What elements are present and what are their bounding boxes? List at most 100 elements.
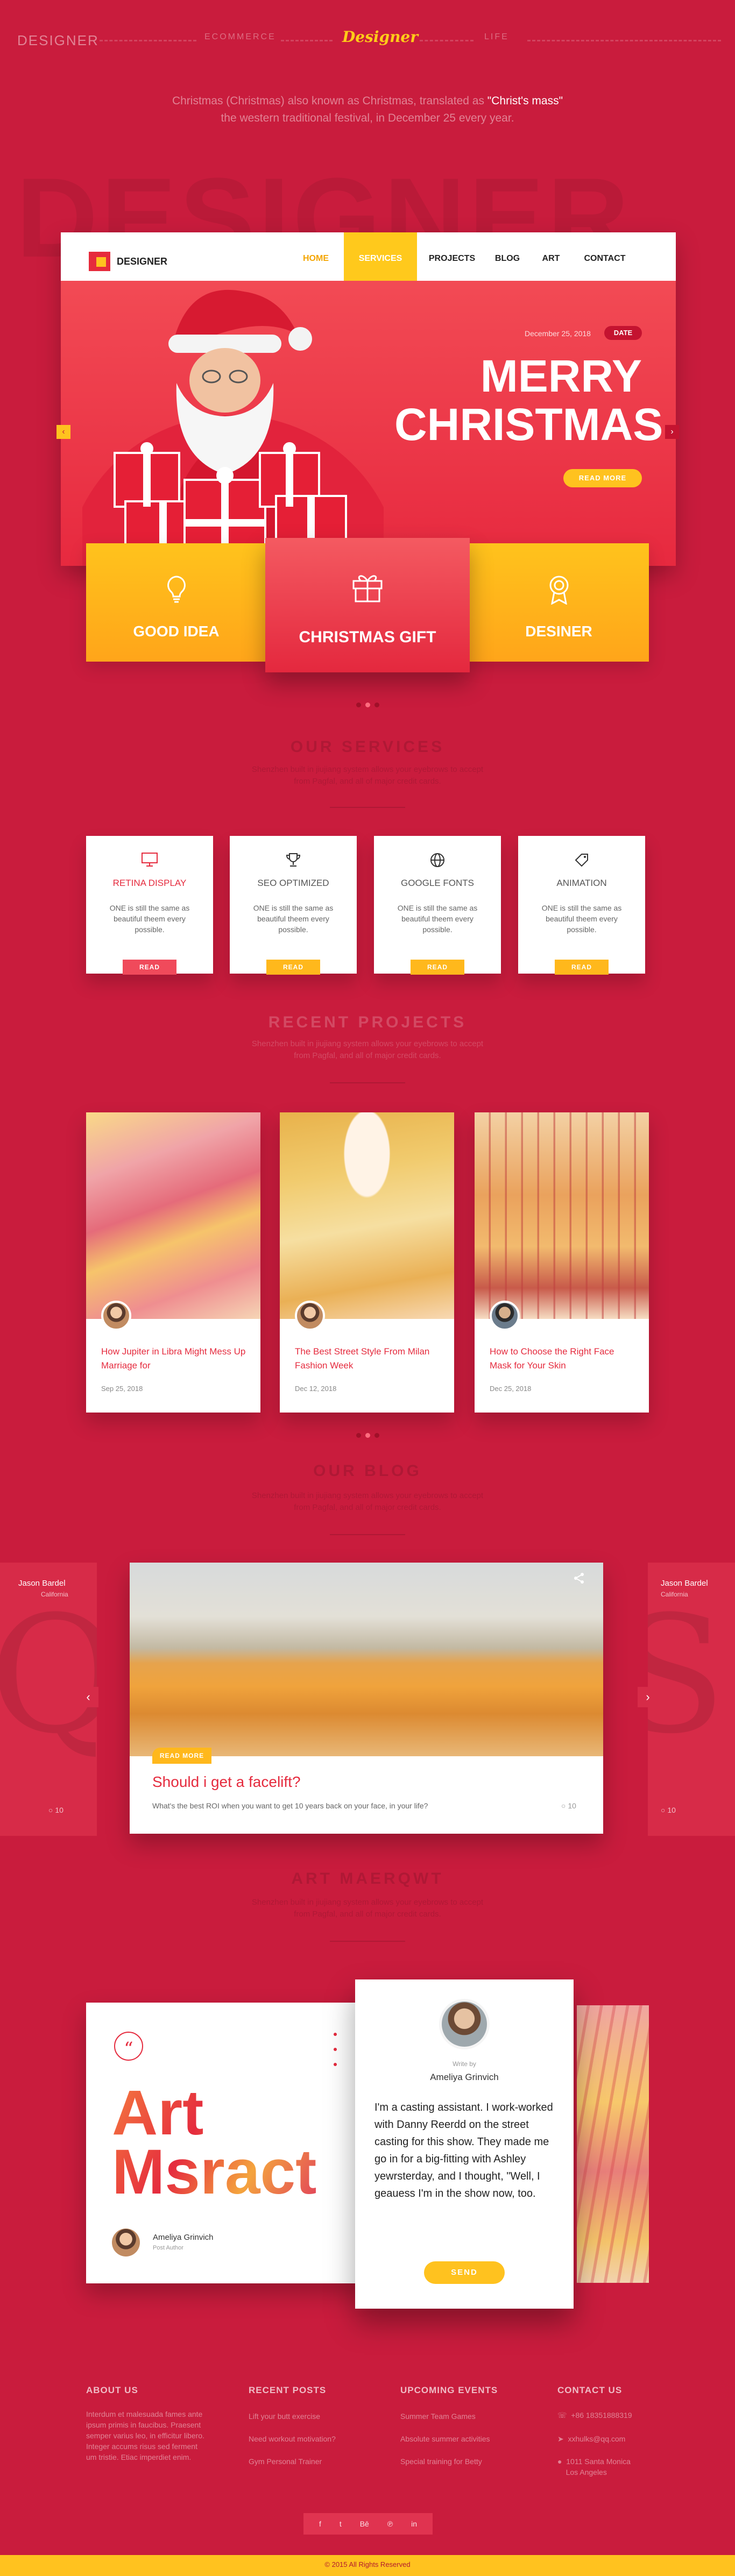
page-dot[interactable] — [365, 1433, 370, 1438]
footer-post-link[interactable]: Gym Personal Trainer — [249, 2456, 322, 2467]
blog-card[interactable]: READ MORE Should i get a facelift? What'… — [130, 1563, 603, 1834]
hero-prev-arrow-icon[interactable]: ‹ — [56, 425, 70, 439]
footer-phone[interactable]: ☏ +86 18351888319 — [557, 2410, 632, 2421]
blog-post-excerpt: What's the best ROI when you want to get… — [152, 1801, 428, 1810]
blog-next-arrow-icon[interactable]: › — [638, 1687, 658, 1707]
brand-name[interactable]: DESIGNER — [117, 256, 167, 267]
quote-icon: “ — [114, 2032, 143, 2061]
section-title-art: ART MAERQWT — [291, 1870, 444, 1887]
page-dot[interactable] — [356, 702, 361, 707]
footer-event-link[interactable]: Summer Team Games — [400, 2411, 476, 2422]
service-name: ANIMATION — [556, 878, 607, 888]
hero-date: December 25, 2018 — [525, 329, 591, 338]
project-card[interactable]: How Jupiter in Libra Might Mess Up Marri… — [86, 1112, 260, 1413]
project-card[interactable]: The Best Street Style From Milan Fashion… — [280, 1112, 454, 1413]
quote-card: Write by Ameliya Grinvich I'm a casting … — [355, 1979, 574, 2309]
send-button[interactable]: SEND — [424, 2261, 505, 2284]
feature-desiner[interactable]: DESINER — [469, 543, 649, 662]
brand-logo-icon[interactable] — [89, 252, 110, 271]
trophy-icon — [286, 853, 301, 867]
service-card[interactable]: ANIMATION ONE is still the same as beaut… — [518, 836, 645, 975]
nav-blog[interactable]: BLOG — [486, 232, 529, 281]
service-card[interactable]: RETINA DISPLAY ONE is still the same as … — [86, 836, 213, 975]
service-card[interactable]: GOOGLE FONTS ONE is still the same as be… — [374, 836, 501, 975]
service-card[interactable]: SEO OPTIMIZED ONE is still the same as b… — [230, 836, 357, 975]
project-title[interactable]: The Best Street Style From Milan Fashion… — [295, 1345, 440, 1373]
pinterest-icon[interactable]: ℗ — [387, 2520, 393, 2528]
send-icon: ➤ — [557, 2435, 564, 2443]
write-by-label: Write by — [453, 2060, 476, 2068]
header-nav-ecommerce[interactable]: ECOMMERCE — [204, 32, 276, 42]
service-read-button[interactable]: READ — [123, 960, 176, 975]
gift-icon — [352, 575, 383, 602]
tag-icon — [575, 854, 588, 867]
feature-good-idea[interactable]: GOOD IDEA — [86, 543, 266, 662]
footer-post-link[interactable]: Need workout motivation? — [249, 2433, 336, 2444]
blog-prev-arrow-icon[interactable]: ‹ — [78, 1687, 98, 1707]
date-badge: DATE — [604, 326, 642, 340]
service-name: GOOGLE FONTS — [400, 878, 475, 888]
project-date: Dec 12, 2018 — [295, 1385, 337, 1393]
blog-read-more-button[interactable]: READ MORE — [152, 1748, 211, 1764]
header-nav-life[interactable]: LIFE — [484, 32, 509, 42]
hero-read-more-button[interactable]: READ MORE — [563, 469, 642, 487]
lightbulb-icon — [167, 576, 186, 603]
linkedin-icon[interactable]: in — [411, 2520, 417, 2528]
intro-text: Christmas (Christmas) also known as Chri… — [172, 95, 563, 124]
footer-about-heading: ABOUT US — [86, 2385, 138, 2395]
blog-image — [130, 1563, 603, 1756]
nav-projects[interactable]: PROJECTS — [422, 232, 482, 281]
feature-label: GOOD IDEA — [133, 623, 220, 640]
project-title[interactable]: How Jupiter in Libra Might Mess Up Marri… — [101, 1345, 246, 1373]
section-divider — [330, 1534, 405, 1535]
footer-email[interactable]: ➤ xxhulks@qq.com — [557, 2433, 625, 2444]
twitter-icon[interactable]: t — [340, 2520, 342, 2528]
main-navbar: DESIGNER HOME SERVICES PROJECTS BLOG ART… — [61, 232, 676, 281]
footer-event-link[interactable]: Special training for Betty — [400, 2456, 482, 2467]
section-divider — [330, 807, 405, 808]
project-card[interactable]: How to Choose the Right Face Mask for Yo… — [475, 1112, 649, 1413]
nav-services[interactable]: SERVICES — [344, 232, 417, 281]
header-logo[interactable]: Designer — [342, 28, 418, 46]
share-icon[interactable] — [573, 1572, 585, 1584]
footer-event-link[interactable]: Absolute summer activities — [400, 2433, 490, 2444]
award-icon — [549, 576, 568, 605]
blog-post-title[interactable]: Should i get a facelift? — [152, 1773, 301, 1791]
quote-text: I'm a casting assistant. I work-worked w… — [374, 2102, 553, 2199]
page-dot[interactable] — [365, 702, 370, 707]
footer-post-link[interactable]: Lift your butt exercise — [249, 2411, 320, 2422]
nav-contact[interactable]: CONTACT — [575, 232, 634, 281]
avatar — [295, 1301, 325, 1331]
nav-art[interactable]: ART — [532, 232, 570, 281]
service-desc: ONE is still the same as beautiful theem… — [253, 904, 334, 934]
avatar — [439, 1999, 490, 2049]
site-title: DESIGNER — [17, 32, 99, 48]
project-title[interactable]: How to Choose the Right Face Mask for Yo… — [490, 1345, 635, 1373]
section-subtitle: Shenzhen built in jiujiang system allows… — [251, 765, 484, 786]
globe-icon — [430, 853, 444, 867]
side-comment-count: ○ 10 — [661, 1806, 676, 1814]
blog-side-card-right[interactable]: S Jason Bardel California ○ 10 — [648, 1563, 735, 1836]
hero-next-arrow-icon[interactable]: › — [665, 425, 679, 439]
divider — [420, 40, 473, 41]
quote-mark-icon: Q — [0, 1581, 97, 1769]
section-subtitle: Shenzhen built in jiujiang system allows… — [251, 1898, 484, 1919]
side-author-place: California — [661, 1591, 688, 1598]
page-dot[interactable] — [356, 1433, 361, 1438]
page-dot[interactable] — [374, 702, 379, 707]
art-author-role: Post Author — [153, 2245, 183, 2251]
page-dot[interactable] — [374, 1433, 379, 1438]
footer-about-text: Interdum et malesuada fames ante ipsum p… — [86, 2410, 204, 2461]
nav-home[interactable]: HOME — [292, 232, 340, 281]
feature-christmas-gift[interactable]: CHRISTMAS GIFT — [265, 538, 470, 672]
footer-posts-heading: RECENT POSTS — [249, 2385, 327, 2395]
blog-comment-count: ○ 10 — [561, 1801, 576, 1810]
service-read-button[interactable]: READ — [411, 960, 464, 975]
service-read-button[interactable]: READ — [266, 960, 320, 975]
footer-address: ● 1011 Santa Monica Los Angeles — [557, 2457, 631, 2476]
facebook-icon[interactable]: f — [319, 2520, 321, 2528]
behance-icon[interactable]: Bē — [360, 2520, 369, 2528]
service-read-button[interactable]: READ — [555, 960, 609, 975]
section-title-blog: OUR BLOG — [313, 1462, 422, 1480]
section-divider — [330, 1082, 405, 1083]
